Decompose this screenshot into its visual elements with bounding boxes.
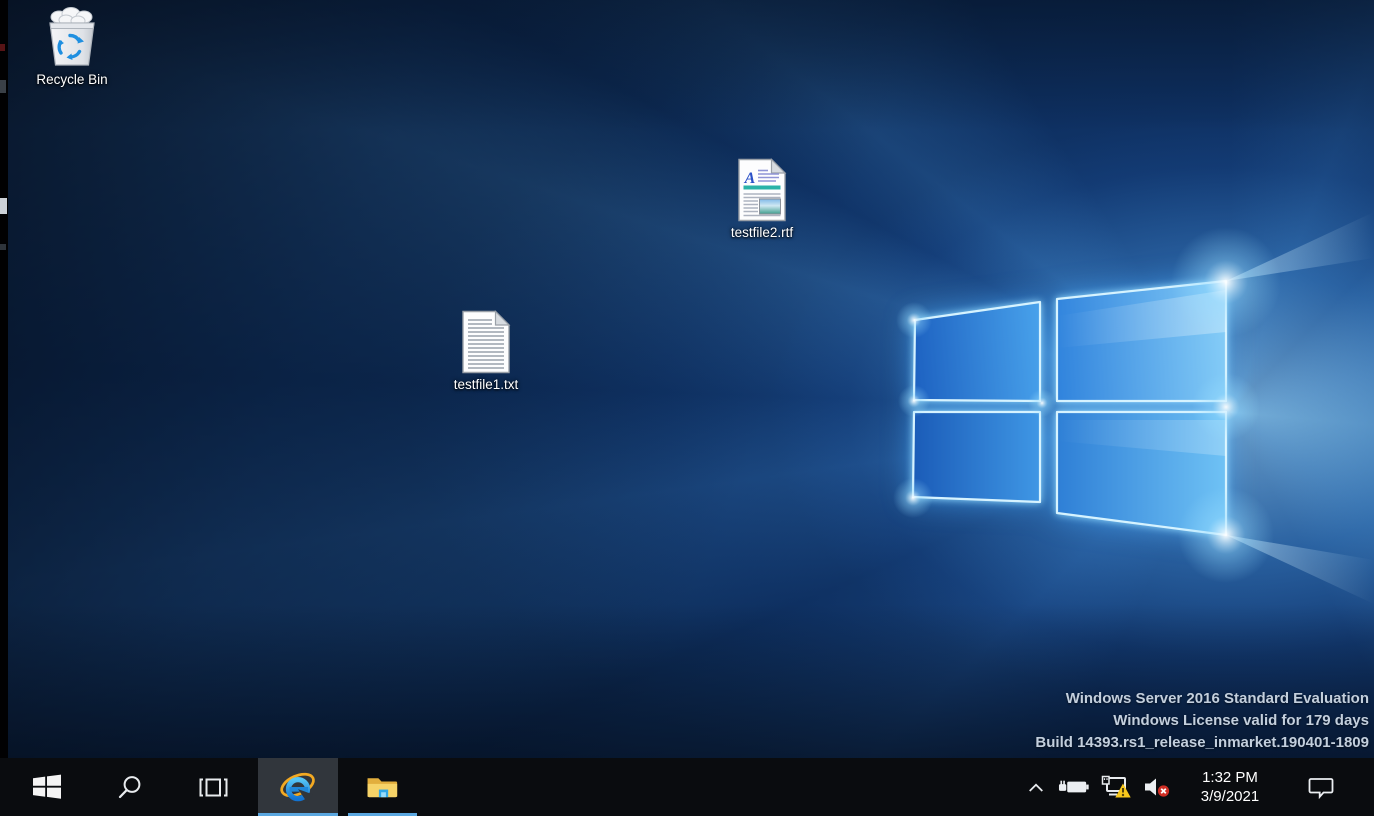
desktop-screen: Recycle Bin A tes	[0, 0, 1374, 816]
search-icon	[117, 774, 144, 801]
desktop-icon-testfile2[interactable]: A testfile2.rtf	[697, 158, 827, 241]
taskbar-item-file-explorer[interactable]	[348, 758, 417, 816]
tray-show-hidden-icons[interactable]	[1022, 758, 1050, 816]
tray-volume[interactable]	[1140, 758, 1174, 816]
network-warning-icon	[1101, 775, 1132, 799]
rtf-document-icon: A	[732, 158, 792, 222]
windows-logo-icon	[32, 772, 62, 802]
volume-muted-icon	[1143, 776, 1171, 798]
search-button[interactable]	[96, 758, 164, 816]
desktop-icon-label: testfile2.rtf	[697, 225, 827, 241]
recycle-bin-icon	[39, 5, 105, 69]
svg-text:A: A	[744, 170, 756, 187]
clock-time: 1:32 PM	[1182, 768, 1278, 787]
action-center-icon	[1307, 776, 1334, 799]
file-explorer-icon	[366, 774, 399, 801]
desktop-icon-label: Recycle Bin	[7, 72, 137, 88]
internet-explorer-icon	[279, 768, 317, 806]
screen-edge-artifact	[0, 0, 8, 816]
desktop-icon-label: testfile1.txt	[421, 377, 551, 393]
watermark-line: Windows License valid for 179 days	[1035, 710, 1369, 732]
action-center-button[interactable]	[1294, 758, 1346, 816]
chevron-up-icon	[1027, 781, 1045, 793]
power-plug-icon	[1058, 777, 1091, 797]
taskbar-clock[interactable]: 1:32 PM 3/9/2021	[1182, 758, 1278, 816]
task-view-icon	[198, 775, 229, 800]
tray-network-status[interactable]	[1098, 758, 1134, 816]
tray-power-status[interactable]	[1056, 758, 1092, 816]
desktop-icon-testfile1[interactable]: testfile1.txt	[421, 310, 551, 393]
taskbar-item-internet-explorer[interactable]	[258, 758, 338, 816]
task-view-button[interactable]	[180, 758, 246, 816]
text-document-icon	[456, 310, 516, 374]
start-button[interactable]	[14, 758, 80, 816]
watermark-line: Build 14393.rs1_release_inmarket.190401-…	[1035, 732, 1369, 754]
desktop-icon-recycle-bin[interactable]: Recycle Bin	[7, 5, 137, 88]
taskbar: 1:32 PM 3/9/2021	[0, 758, 1374, 816]
system-watermark: Windows Server 2016 Standard Evaluation …	[1035, 688, 1369, 754]
clock-date: 3/9/2021	[1182, 787, 1278, 806]
watermark-line: Windows Server 2016 Standard Evaluation	[1035, 688, 1369, 710]
